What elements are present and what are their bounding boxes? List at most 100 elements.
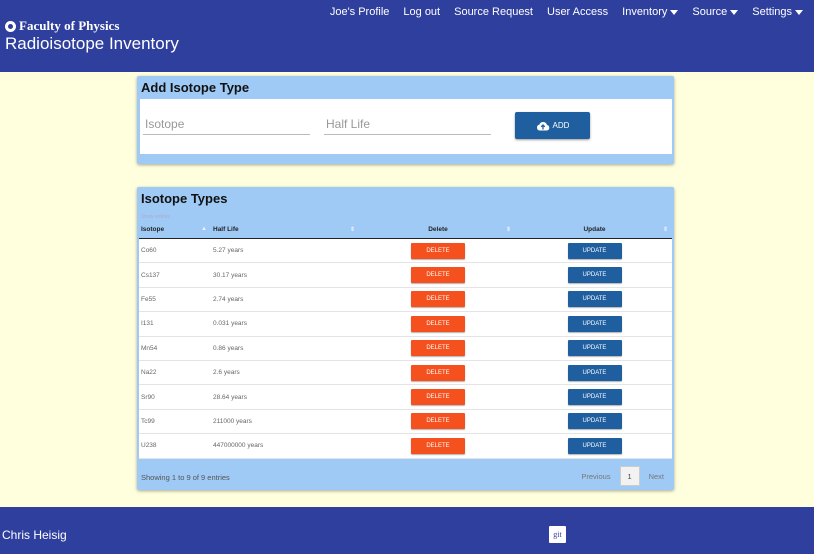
- show-entries-select[interactable]: Show entries: [141, 214, 170, 220]
- half-life-cell: 30.17 years: [211, 262, 359, 288]
- update-button[interactable]: UPDATE: [567, 267, 622, 284]
- half-life-cell: 447000000 years: [211, 433, 359, 459]
- caret-down-icon: [670, 9, 679, 15]
- table-row: Mn54 0.86 years DELETE UPDATE: [139, 336, 672, 361]
- update-button[interactable]: UPDATE: [567, 437, 622, 454]
- delete-button[interactable]: DELETE: [411, 389, 465, 406]
- half-life-input[interactable]: Half Life: [324, 117, 491, 135]
- page-1-button[interactable]: 1: [619, 466, 640, 486]
- column-label: Half Life: [213, 226, 239, 233]
- isotope-table: Isotope ▲ Half Life ⇕ Delete ⇕ Update ⇕ Co60…: [139, 221, 672, 459]
- delete-cell: DELETE: [359, 336, 515, 361]
- table-row: Sr90 28.64 years DELETE UPDATE: [139, 384, 672, 410]
- nav-item-source-request[interactable]: Source Request: [447, 6, 540, 18]
- isotope-cell: Sr90: [139, 384, 211, 410]
- update-cell: UPDATE: [515, 433, 672, 459]
- column-header-delete[interactable]: Delete ⇕: [359, 221, 515, 239]
- table-row: I131 0.031 years DELETE UPDATE: [139, 311, 672, 337]
- isotope-cell: Fe55: [139, 287, 211, 313]
- sort-icon: ⇕: [505, 227, 511, 233]
- update-cell: UPDATE: [515, 287, 672, 313]
- caret-down-icon: [730, 9, 739, 15]
- delete-button[interactable]: DELETE: [411, 413, 465, 430]
- update-cell: UPDATE: [515, 336, 672, 361]
- pagination: Previous 1 Next: [581, 466, 664, 486]
- nav-item-label: Source: [692, 6, 728, 18]
- delete-cell: DELETE: [359, 311, 515, 337]
- delete-cell: DELETE: [359, 238, 515, 264]
- add-button[interactable]: ADD: [515, 112, 590, 139]
- table-row: Fe55 2.74 years DELETE UPDATE: [139, 287, 672, 313]
- next-button[interactable]: Next: [649, 472, 664, 481]
- column-header-half-life[interactable]: Half Life ⇕: [211, 221, 359, 239]
- nav-menu: Joe's Profile Log out Source Request Use…: [323, 6, 810, 18]
- nav-item-user-access[interactable]: User Access: [540, 6, 615, 18]
- delete-cell: DELETE: [359, 360, 515, 386]
- delete-button[interactable]: DELETE: [411, 267, 465, 284]
- delete-cell: DELETE: [359, 262, 515, 288]
- nav-item-label: Settings: [752, 6, 792, 18]
- brand[interactable]: Faculty of Physics: [5, 18, 119, 34]
- update-cell: UPDATE: [515, 311, 672, 337]
- add-panel-title: Add Isotope Type: [141, 80, 250, 95]
- sort-icon: ⇕: [349, 227, 355, 233]
- half-life-cell: 0.031 years: [211, 311, 359, 337]
- isotope-cell: Cs137: [139, 262, 211, 288]
- top-header: Faculty of Physics Radioisotope Inventor…: [0, 0, 814, 72]
- nav-item-label: User Access: [547, 6, 609, 18]
- sort-asc-icon: ▲: [201, 226, 207, 232]
- delete-cell: DELETE: [359, 433, 515, 459]
- update-cell: UPDATE: [515, 384, 672, 410]
- half-life-cell: 2.6 years: [211, 360, 359, 386]
- add-form: Isotope Half Life ADD: [140, 99, 672, 154]
- nav-item-inventory[interactable]: Inventory: [615, 6, 685, 18]
- update-button[interactable]: UPDATE: [567, 340, 622, 357]
- delete-button[interactable]: DELETE: [411, 315, 465, 332]
- isotope-cell: Na22: [139, 360, 211, 386]
- half-life-cell: 5.27 years: [211, 238, 359, 264]
- table-row: Cs137 30.17 years DELETE UPDATE: [139, 262, 672, 288]
- column-label: Update: [583, 226, 606, 233]
- table-row: Na22 2.6 years DELETE UPDATE: [139, 360, 672, 386]
- caret-down-icon: [795, 9, 803, 15]
- add-isotope-panel: Add Isotope Type Isotope Half Life ADD: [137, 76, 674, 164]
- delete-button[interactable]: DELETE: [411, 364, 465, 381]
- delete-button[interactable]: DELETE: [411, 291, 465, 308]
- half-life-cell: 2.74 years: [211, 287, 359, 313]
- git-link[interactable]: git: [549, 526, 566, 543]
- update-cell: UPDATE: [515, 262, 672, 288]
- half-life-cell: 0.86 years: [211, 336, 359, 361]
- previous-button[interactable]: Previous: [581, 472, 610, 481]
- update-button[interactable]: UPDATE: [567, 364, 622, 381]
- update-button[interactable]: UPDATE: [567, 242, 622, 259]
- nav-item-settings[interactable]: Settings: [745, 6, 810, 18]
- atom-icon: [5, 20, 16, 32]
- table-row: U238 447000000 years DELETE UPDATE: [139, 433, 672, 459]
- update-button[interactable]: UPDATE: [567, 315, 622, 332]
- delete-button[interactable]: DELETE: [411, 437, 465, 454]
- nav-item-label: Source Request: [454, 6, 533, 18]
- brand-label: Faculty of Physics: [19, 18, 120, 33]
- isotope-cell: U238: [139, 433, 211, 459]
- half-life-cell: 28.64 years: [211, 384, 359, 410]
- table-row: Tc99 211000 years DELETE UPDATE: [139, 409, 672, 435]
- update-button[interactable]: UPDATE: [567, 291, 622, 308]
- column-header-update[interactable]: Update ⇕: [515, 221, 672, 239]
- delete-button[interactable]: DELETE: [411, 242, 465, 259]
- update-button[interactable]: UPDATE: [567, 413, 622, 430]
- update-cell: UPDATE: [515, 238, 672, 264]
- isotope-types-panel: Isotope Types Show entries Isotope ▲ Half…: [137, 187, 674, 490]
- footer: Chris Heisig git: [0, 507, 814, 554]
- delete-button[interactable]: DELETE: [411, 340, 465, 357]
- nav-item-profile[interactable]: Joe's Profile: [323, 6, 397, 18]
- nav-item-logout[interactable]: Log out: [396, 6, 447, 18]
- update-button[interactable]: UPDATE: [567, 389, 622, 406]
- column-header-isotope[interactable]: Isotope ▲: [139, 221, 211, 239]
- column-label: Isotope: [141, 226, 165, 233]
- cloud-upload-icon: [536, 121, 550, 131]
- isotope-input[interactable]: Isotope: [143, 117, 310, 135]
- app-title[interactable]: Radioisotope Inventory: [5, 34, 179, 54]
- isotope-cell: Co60: [139, 238, 211, 264]
- nav-item-source[interactable]: Source: [685, 6, 745, 18]
- list-panel-title: Isotope Types: [141, 191, 228, 206]
